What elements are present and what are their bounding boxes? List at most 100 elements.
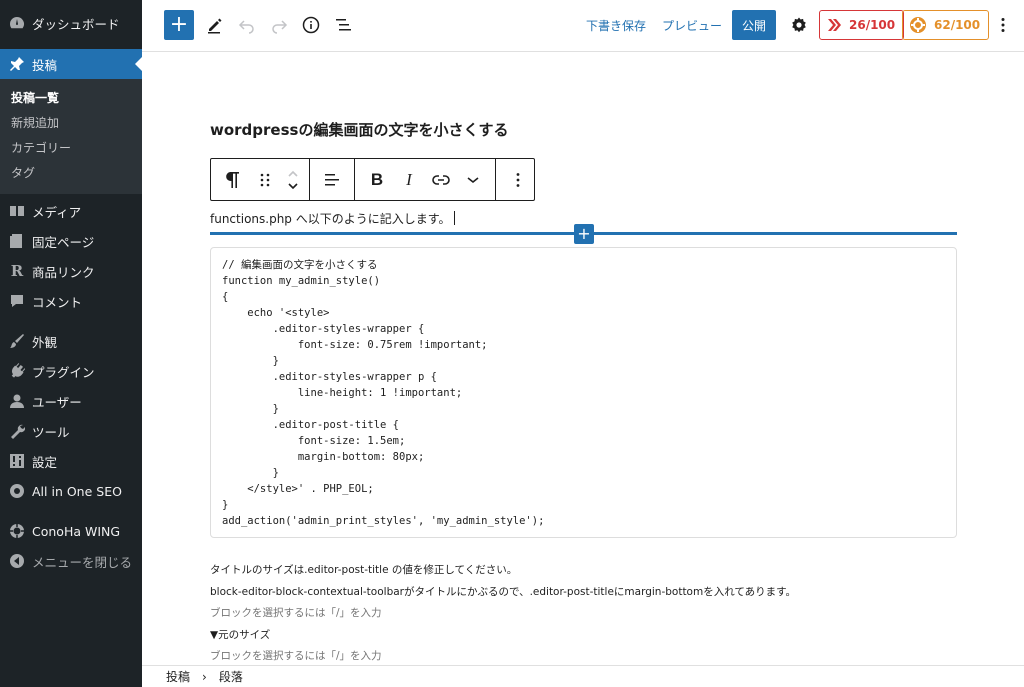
score-label: 62/100	[934, 18, 981, 32]
editor-header: + 下書き保存 プレビュー 公開 26/100 62/100	[142, 0, 1024, 52]
aioseo-icon	[8, 482, 26, 500]
gear-icon	[792, 17, 806, 33]
bold-icon[interactable]: B	[361, 159, 393, 201]
more-options-icon[interactable]	[502, 159, 534, 201]
sidebar-item-conoha-wing[interactable]: ConoHa WING	[0, 516, 142, 546]
paragraph-block-icon[interactable]	[211, 159, 253, 201]
plus-icon: +	[577, 224, 591, 243]
paragraph-text: functions.php へ以下のように記入します。	[210, 212, 451, 226]
sidebar-item-settings[interactable]: 設定	[0, 446, 142, 476]
sidebar-item-pages[interactable]: 固定ページ	[0, 226, 142, 256]
link-icon[interactable]	[425, 159, 457, 201]
user-icon	[8, 392, 26, 410]
submenu-add-new[interactable]: 新規追加	[0, 111, 142, 136]
sidebar-item-users[interactable]: ユーザー	[0, 386, 142, 416]
admin-sidebar: ダッシュボード 投稿 投稿一覧 新規追加 カテゴリー タグ メディア 固定ページ	[0, 0, 142, 687]
yoast-icon	[828, 19, 841, 31]
list-view-button[interactable]	[330, 10, 356, 40]
sidebar-item-aioseo[interactable]: All in One SEO	[0, 476, 142, 506]
sidebar-item-appearance[interactable]: 外観	[0, 326, 142, 356]
post-title[interactable]: wordpressの編集画面の文字を小さくする	[210, 119, 508, 140]
sidebar-item-label: 設定	[32, 454, 58, 470]
breadcrumb-separator-icon: ›	[202, 669, 207, 684]
selected-paragraph[interactable]: functions.php へ以下のように記入します。	[210, 210, 455, 227]
align-left-icon[interactable]	[316, 159, 348, 201]
inline-inserter-button[interactable]: +	[574, 224, 594, 244]
breadcrumb-root[interactable]: 投稿	[166, 668, 190, 685]
sidebar-item-label: 投稿	[32, 57, 58, 73]
sidebar-item-tools[interactable]: ツール	[0, 416, 142, 446]
sidebar-item-dashboard[interactable]: ダッシュボード	[0, 8, 142, 38]
collapse-icon	[8, 552, 26, 570]
code-content: // 編集画面の文字を小さくする function my_admin_style…	[222, 259, 545, 527]
italic-icon[interactable]: I	[393, 159, 425, 201]
tools-button[interactable]	[202, 10, 228, 40]
submenu-categories[interactable]: カテゴリー	[0, 136, 142, 161]
aioseo-score-button[interactable]: 62/100	[902, 10, 990, 40]
plugin-icon	[8, 362, 26, 380]
more-vertical-icon	[1001, 18, 1005, 32]
sidebar-item-label: ダッシュボード	[32, 16, 120, 32]
sidebar-collapse-menu[interactable]: メニューを閉じる	[0, 546, 142, 576]
media-icon	[8, 202, 26, 220]
score-label: 26/100	[849, 18, 896, 32]
empty-paragraph-placeholder[interactable]: ブロックを選択するには「/」を入力	[210, 648, 382, 663]
sidebar-item-label: メニューを閉じる	[32, 554, 133, 570]
breadcrumb-current: 段落	[218, 670, 243, 684]
sidebar-item-label: プラグイン	[32, 364, 95, 380]
page-icon	[8, 232, 26, 250]
sidebar-item-media[interactable]: メディア	[0, 196, 142, 226]
block-toolbar: B I	[210, 158, 535, 201]
sidebar-item-label: All in One SEO	[32, 483, 122, 499]
chevron-down-icon[interactable]	[457, 159, 489, 201]
tools-icon	[8, 422, 26, 440]
sidebar-item-label: 外観	[32, 334, 58, 350]
pencil-icon	[208, 18, 222, 34]
plus-icon: +	[169, 12, 189, 37]
dashboard-icon	[8, 14, 26, 32]
submenu-tags[interactable]: タグ	[0, 161, 142, 186]
redo-button[interactable]	[266, 10, 292, 40]
conoha-icon	[8, 522, 26, 540]
undo-icon	[238, 20, 254, 34]
publish-button[interactable]: 公開	[732, 10, 776, 40]
details-button[interactable]	[298, 10, 324, 40]
block-breadcrumb: 投稿 › 段落	[142, 665, 1024, 687]
sidebar-item-label: メディア	[32, 204, 82, 220]
info-icon	[302, 16, 320, 34]
appearance-icon	[8, 332, 26, 350]
sidebar-item-product-links[interactable]: R 商品リンク	[0, 256, 142, 286]
sidebar-item-label: 商品リンク	[32, 264, 95, 280]
sidebar-item-label: 固定ページ	[32, 234, 95, 250]
submenu-all-posts[interactable]: 投稿一覧	[0, 86, 142, 111]
yoast-score-button[interactable]: 26/100	[819, 10, 905, 40]
paragraph-block[interactable]: タイトルのサイズは.editor-post-title の値を修正してください。	[210, 562, 517, 577]
move-up-down-icon[interactable]	[277, 159, 309, 201]
paragraph-block[interactable]: ▼元のサイズ	[210, 627, 270, 642]
sidebar-item-comments[interactable]: コメント	[0, 286, 142, 316]
preview-button[interactable]: プレビュー	[662, 10, 722, 40]
settings-icon	[8, 452, 26, 470]
posts-submenu: 投稿一覧 新規追加 カテゴリー タグ	[0, 79, 142, 194]
sidebar-item-posts[interactable]: 投稿	[0, 49, 142, 79]
rinker-icon: R	[10, 262, 24, 280]
undo-button[interactable]	[234, 10, 260, 40]
list-view-icon	[336, 19, 351, 31]
aioseo-badge-icon	[910, 17, 926, 33]
sidebar-item-label: ユーザー	[32, 394, 82, 410]
pin-icon	[8, 55, 26, 73]
sidebar-item-plugins[interactable]: プラグイン	[0, 356, 142, 386]
code-block[interactable]: // 編集画面の文字を小さくする function my_admin_style…	[210, 247, 957, 538]
save-draft-button[interactable]: 下書き保存	[586, 10, 646, 40]
drag-handle-icon[interactable]	[253, 159, 277, 201]
sidebar-item-label: ツール	[32, 424, 70, 440]
text-cursor	[453, 211, 455, 225]
settings-button[interactable]	[786, 10, 812, 40]
paragraph-block[interactable]: block-editor-block-contextual-toolbarがタイ…	[210, 584, 796, 599]
redo-icon	[272, 20, 288, 34]
sidebar-item-label: ConoHa WING	[32, 523, 121, 539]
block-inserter-button[interactable]: +	[164, 10, 194, 40]
options-button[interactable]	[990, 10, 1016, 40]
comment-icon	[8, 292, 26, 310]
empty-paragraph-placeholder[interactable]: ブロックを選択するには「/」を入力	[210, 605, 382, 620]
